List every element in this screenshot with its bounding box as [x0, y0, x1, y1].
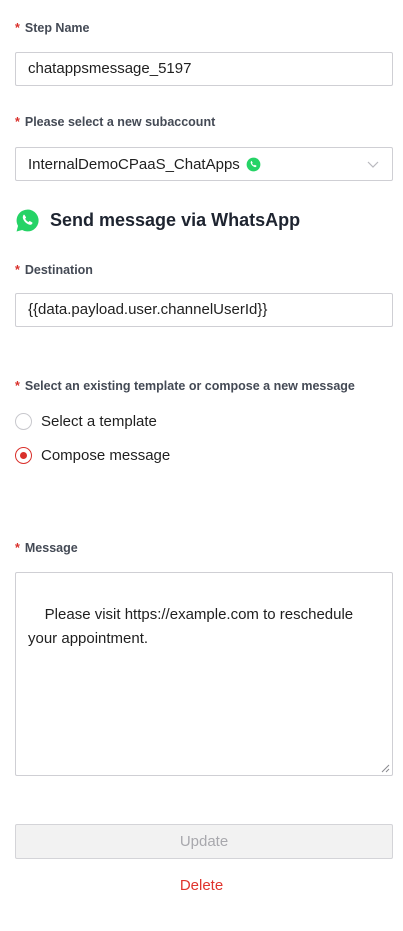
message-label-text: Message [24, 541, 78, 555]
subaccount-label-text: Please select a new subaccount [24, 115, 216, 129]
message-mode-label-text: Select an existing template or compose a… [24, 379, 355, 393]
radio-button-checked[interactable] [15, 447, 32, 464]
radio-label-compose-message: Compose message [41, 447, 171, 464]
message-textarea[interactable]: Please visit https://example.com to resc… [15, 572, 393, 776]
radio-compose-message[interactable]: Compose message [15, 447, 170, 464]
required-marker: * [15, 21, 20, 35]
required-marker: * [15, 379, 20, 393]
whatsapp-icon [246, 157, 261, 171]
required-marker: * [15, 115, 20, 129]
chevron-down-icon [367, 161, 379, 168]
update-button[interactable]: Update [15, 824, 393, 859]
message-mode-label: * Select an existing template or compose … [15, 379, 355, 393]
resize-handle-icon[interactable] [381, 764, 390, 773]
radio-select-template[interactable]: Select a template [15, 413, 157, 430]
delete-button[interactable]: Delete [0, 877, 403, 894]
radio-label-select-template: Select a template [41, 413, 157, 430]
step-name-label-text: Step Name [24, 21, 90, 35]
required-marker: * [15, 263, 20, 277]
destination-label-text: Destination [24, 263, 93, 277]
subaccount-selected-value: InternalDemoCPaaS_ChatApps [28, 155, 240, 173]
message-text: Please visit https://example.com to resc… [28, 606, 358, 647]
step-name-input[interactable]: chatappsmessage_5197 [15, 52, 393, 86]
required-marker: * [15, 541, 20, 555]
channel-section-title: Send message via WhatsApp [15, 207, 300, 233]
radio-button-unchecked[interactable] [15, 413, 32, 430]
destination-label: * Destination [15, 263, 93, 277]
whatsapp-icon [16, 209, 39, 231]
subaccount-select[interactable]: InternalDemoCPaaS_ChatApps [15, 147, 393, 181]
message-label: * Message [15, 541, 78, 555]
step-editor-panel: * Step Name chatappsmessage_5197 * Please … [0, 0, 403, 931]
channel-title: Send message via WhatsApp [50, 209, 301, 230]
step-name-label: * Step Name [15, 21, 89, 35]
subaccount-label: * Please select a new subaccount [15, 115, 215, 129]
destination-input[interactable]: {{data.payload.user.channelUserId}} [15, 293, 393, 327]
